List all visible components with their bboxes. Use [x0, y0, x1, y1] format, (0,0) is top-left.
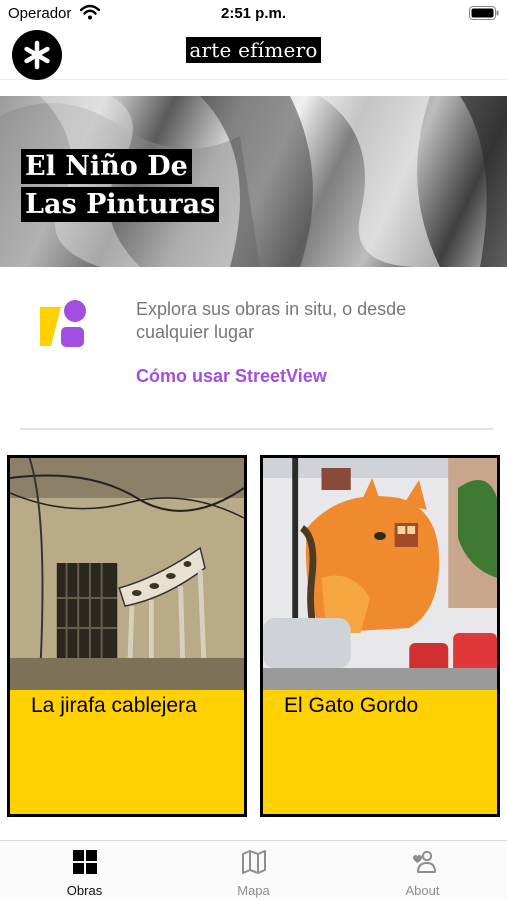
tab-label: About — [405, 883, 440, 898]
artist-hero-banner: El Niño De Las Pinturas — [0, 96, 507, 267]
artwork-title: La jirafa cablejera — [31, 694, 197, 717]
artwork-title: El Gato Gordo — [284, 694, 419, 717]
tab-label: Obras — [66, 883, 103, 898]
section-divider — [20, 428, 493, 430]
map-icon — [242, 850, 266, 874]
tab-about[interactable]: About — [338, 841, 507, 900]
tab-obras[interactable]: Obras — [0, 841, 169, 900]
artist-name: El Niño De Las Pinturas — [21, 148, 220, 224]
app-header: arte efímero — [0, 26, 507, 80]
person-heart-icon — [413, 850, 436, 873]
status-bar: Operador 2:51 p.m. — [0, 0, 507, 26]
tab-label: Mapa — [237, 883, 270, 898]
battery-icon — [469, 6, 499, 20]
app-title: arte efímero — [0, 37, 507, 63]
streetview-description: Explora sus obras in situ, o desde cualq… — [136, 299, 407, 342]
giraffe-mural-photo — [10, 458, 244, 690]
artwork-card[interactable]: El Gato Gordo — [260, 455, 500, 817]
artwork-card[interactable]: La jirafa cablejera — [7, 455, 247, 817]
tab-mapa[interactable]: Mapa — [169, 841, 338, 900]
shapes-icon — [40, 300, 86, 347]
streetview-help-link[interactable]: Cómo usar StreetView — [136, 366, 327, 387]
bottom-tab-bar: Obras Mapa About — [0, 840, 507, 900]
status-time: 2:51 p.m. — [220, 5, 287, 22]
grid-icon — [73, 850, 97, 874]
cat-mural-photo — [263, 458, 497, 690]
